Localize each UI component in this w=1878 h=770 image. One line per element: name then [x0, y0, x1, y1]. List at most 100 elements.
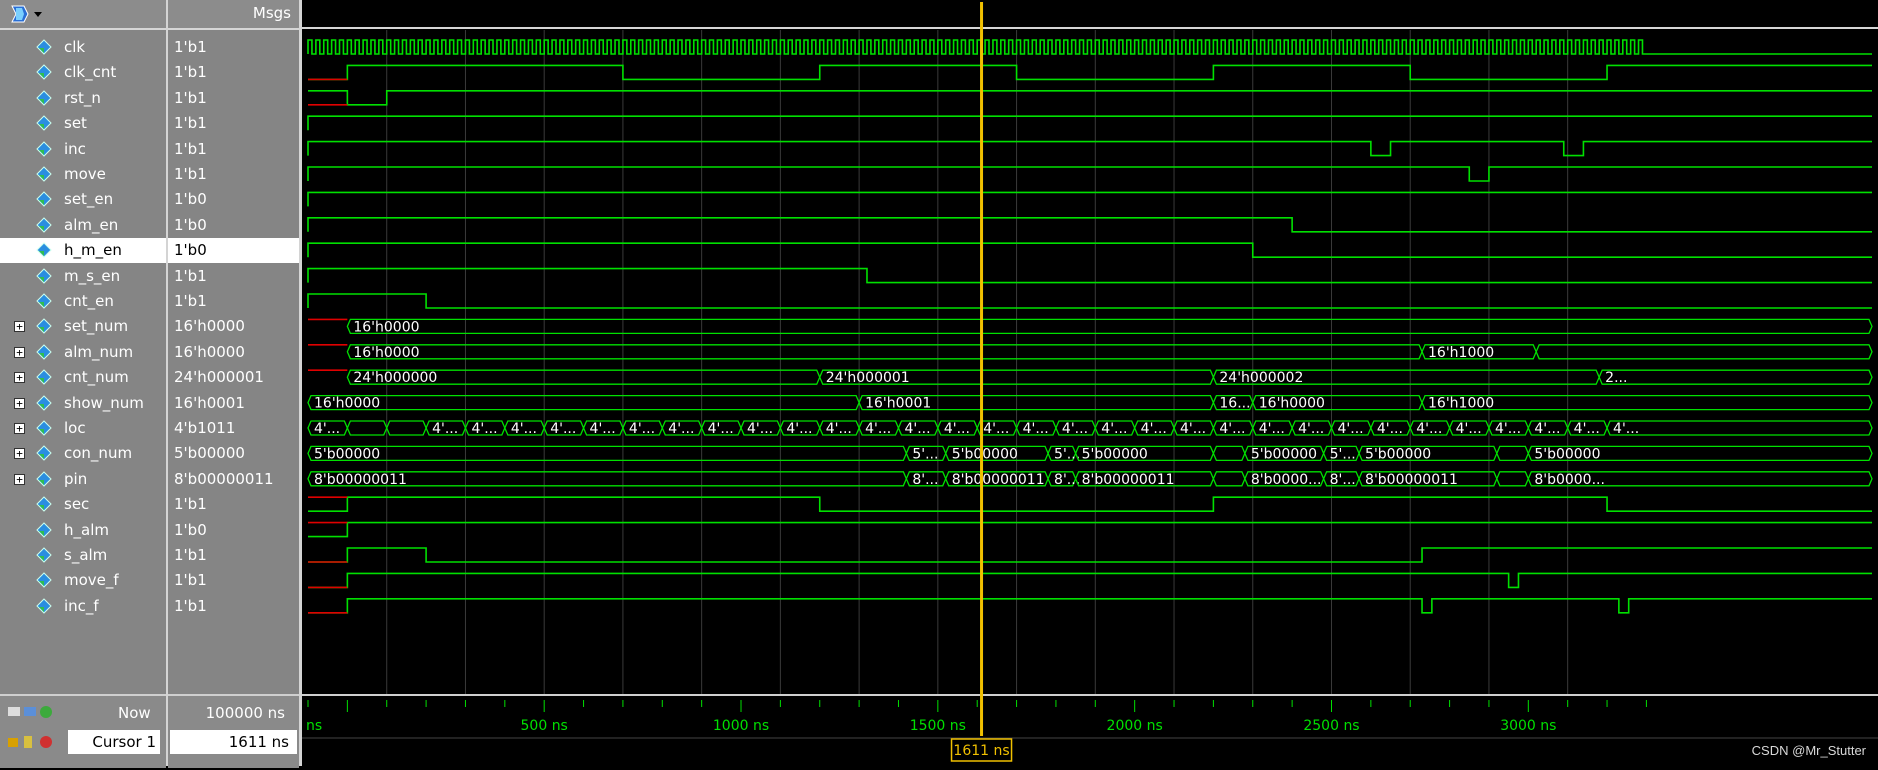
signal-value-row[interactable]: 1'b0 [168, 238, 299, 264]
signal-value: 1'b1 [174, 292, 207, 310]
signal-value-row[interactable]: 1'b1 [168, 264, 299, 289]
signal-row[interactable]: rst_n [0, 86, 166, 111]
signal-name: sec [64, 495, 90, 514]
tick-label: 2000 ns [1107, 718, 1163, 734]
signal-icon [36, 521, 52, 538]
signal-row[interactable]: sec [0, 492, 166, 517]
signal-value-row[interactable]: 1'b1 [168, 594, 299, 619]
expand-icon[interactable]: + [14, 346, 25, 358]
signal-row[interactable]: + pin [0, 467, 166, 492]
expand-icon[interactable]: + [14, 372, 25, 384]
signal-row[interactable]: inc [0, 137, 166, 162]
bus-segment [386, 420, 427, 436]
signal-name: pin [64, 469, 88, 488]
signal-wave [308, 572, 1872, 589]
signal-icon [36, 445, 52, 462]
signal-row[interactable]: alm_en [0, 213, 166, 238]
bus-value-label: 5'b00000 [1082, 446, 1148, 462]
signal-value-row[interactable]: 5'b00000 [168, 441, 299, 466]
signal-value-row[interactable]: 1'b1 [168, 137, 299, 162]
signal-value-row[interactable]: 16'h0000 [168, 340, 299, 365]
bus-value-label: 4'... [983, 421, 1009, 437]
signal-value-row[interactable]: 1'b1 [168, 111, 299, 136]
signal-value-row[interactable]: 1'b1 [168, 35, 299, 60]
signal-value-row[interactable]: 1'b0 [168, 518, 299, 543]
signal-row[interactable]: set [0, 111, 166, 136]
bus-value-label: 8'b00000011 [952, 472, 1045, 488]
signal-row[interactable]: m_s_en [0, 264, 166, 289]
signal-icon [36, 420, 52, 436]
bus-value-label: 5'b00000 [1534, 446, 1600, 462]
signal-row[interactable]: h_alm [0, 518, 166, 543]
signal-value-row[interactable]: 1'b0 [168, 187, 299, 212]
signal-row[interactable]: clk [0, 35, 166, 60]
signal-value-row[interactable]: 1'b1 [168, 60, 299, 85]
signal-value: 1'b1 [174, 165, 207, 183]
cursor-name-field[interactable]: Cursor 1 [68, 730, 160, 754]
bus-value-label: 8'... [1330, 472, 1356, 488]
signal-value-row[interactable]: 16'h0001 [168, 391, 299, 416]
cursor-time-field[interactable]: 1611 ns [170, 730, 297, 754]
signal-row[interactable]: cnt_en [0, 289, 166, 314]
signal-value-row[interactable]: 8'b00000011 [168, 467, 299, 492]
signal-row[interactable]: + loc [0, 416, 166, 441]
cursor-time-label: 1611 ns [953, 743, 1009, 759]
bus-value-label: 16'h1000 [1428, 345, 1494, 361]
signal-value-row[interactable]: 1'b1 [168, 289, 299, 314]
cursor-tools-icon[interactable] [6, 732, 66, 752]
signal-row[interactable]: move_f [0, 568, 166, 593]
signal-icon [36, 496, 52, 512]
signal-value-row[interactable]: 4'b1011 [168, 416, 299, 441]
expand-icon[interactable]: + [14, 448, 25, 460]
expand-icon[interactable]: + [14, 473, 25, 485]
signal-value-row[interactable]: 24'h000001 [168, 365, 299, 390]
signal-icon [36, 217, 52, 233]
footer-tools-icon[interactable] [6, 702, 66, 722]
bus-segment [346, 420, 388, 436]
bus-value-label: 4'... [826, 421, 852, 437]
signal-row[interactable]: inc_f [0, 594, 166, 619]
signal-name: alm_num [64, 342, 134, 361]
signal-value-row[interactable]: 1'b1 [168, 492, 299, 517]
waveform-canvas[interactable]: 16'h0000 16'h0000 16'h1000 24'h000000 24'h00… [302, 0, 1878, 766]
names-footer: Now Cursor 1 [0, 694, 166, 768]
wave-toolbar-icon[interactable] [6, 2, 46, 26]
bus-segment [1212, 471, 1246, 487]
signal-row[interactable]: + alm_num [0, 340, 166, 365]
expand-icon[interactable]: + [14, 321, 25, 333]
values-header: Msgs [168, 0, 299, 30]
signal-name: move [64, 165, 106, 183]
signal-row[interactable]: + set_num [0, 314, 166, 339]
signal-row[interactable]: + show_num [0, 391, 166, 416]
signal-name: alm_en [64, 215, 119, 234]
signal-value-row[interactable]: 16'h0000 [168, 314, 299, 339]
signal-value: 8'b00000011 [174, 469, 274, 488]
expand-icon[interactable]: + [14, 423, 25, 434]
signal-row[interactable]: h_m_en [0, 238, 166, 264]
bus-value-label: 4'... [1101, 421, 1127, 437]
waveform-panel[interactable]: 16'h0000 16'h0000 16'h1000 24'h000000 24'h00… [302, 0, 1878, 766]
signal-row[interactable]: s_alm [0, 543, 166, 568]
signal-row[interactable]: set_en [0, 187, 166, 212]
bus-value-label: 24'h000002 [1219, 370, 1303, 386]
signal-value-row[interactable]: 1'b1 [168, 86, 299, 111]
signal-icon [36, 191, 52, 208]
signal-value-row[interactable]: 1'b1 [168, 162, 299, 187]
signal-row[interactable]: move [0, 162, 166, 187]
expand-icon[interactable]: + [14, 397, 25, 409]
tick-label: 2500 ns [1303, 718, 1359, 734]
signal-name: set [64, 114, 87, 133]
signal-value-row[interactable]: 1'b1 [168, 568, 299, 593]
signal-row[interactable]: + con_num [0, 441, 166, 466]
signal-icon [36, 369, 52, 385]
signal-icon [36, 293, 52, 309]
signal-value-row[interactable]: 1'b0 [168, 213, 299, 238]
signal-value-row[interactable]: 1'b1 [168, 543, 299, 568]
signal-wave [308, 547, 1872, 563]
signal-name: h_m_en [64, 241, 122, 260]
signal-value: 1'b1 [174, 139, 207, 158]
signal-row[interactable]: + cnt_num [0, 365, 166, 390]
bus-value-label: 5'... [1330, 446, 1356, 462]
tick-label: 1500 ns [910, 718, 966, 734]
signal-row[interactable]: clk_cnt [0, 60, 166, 85]
